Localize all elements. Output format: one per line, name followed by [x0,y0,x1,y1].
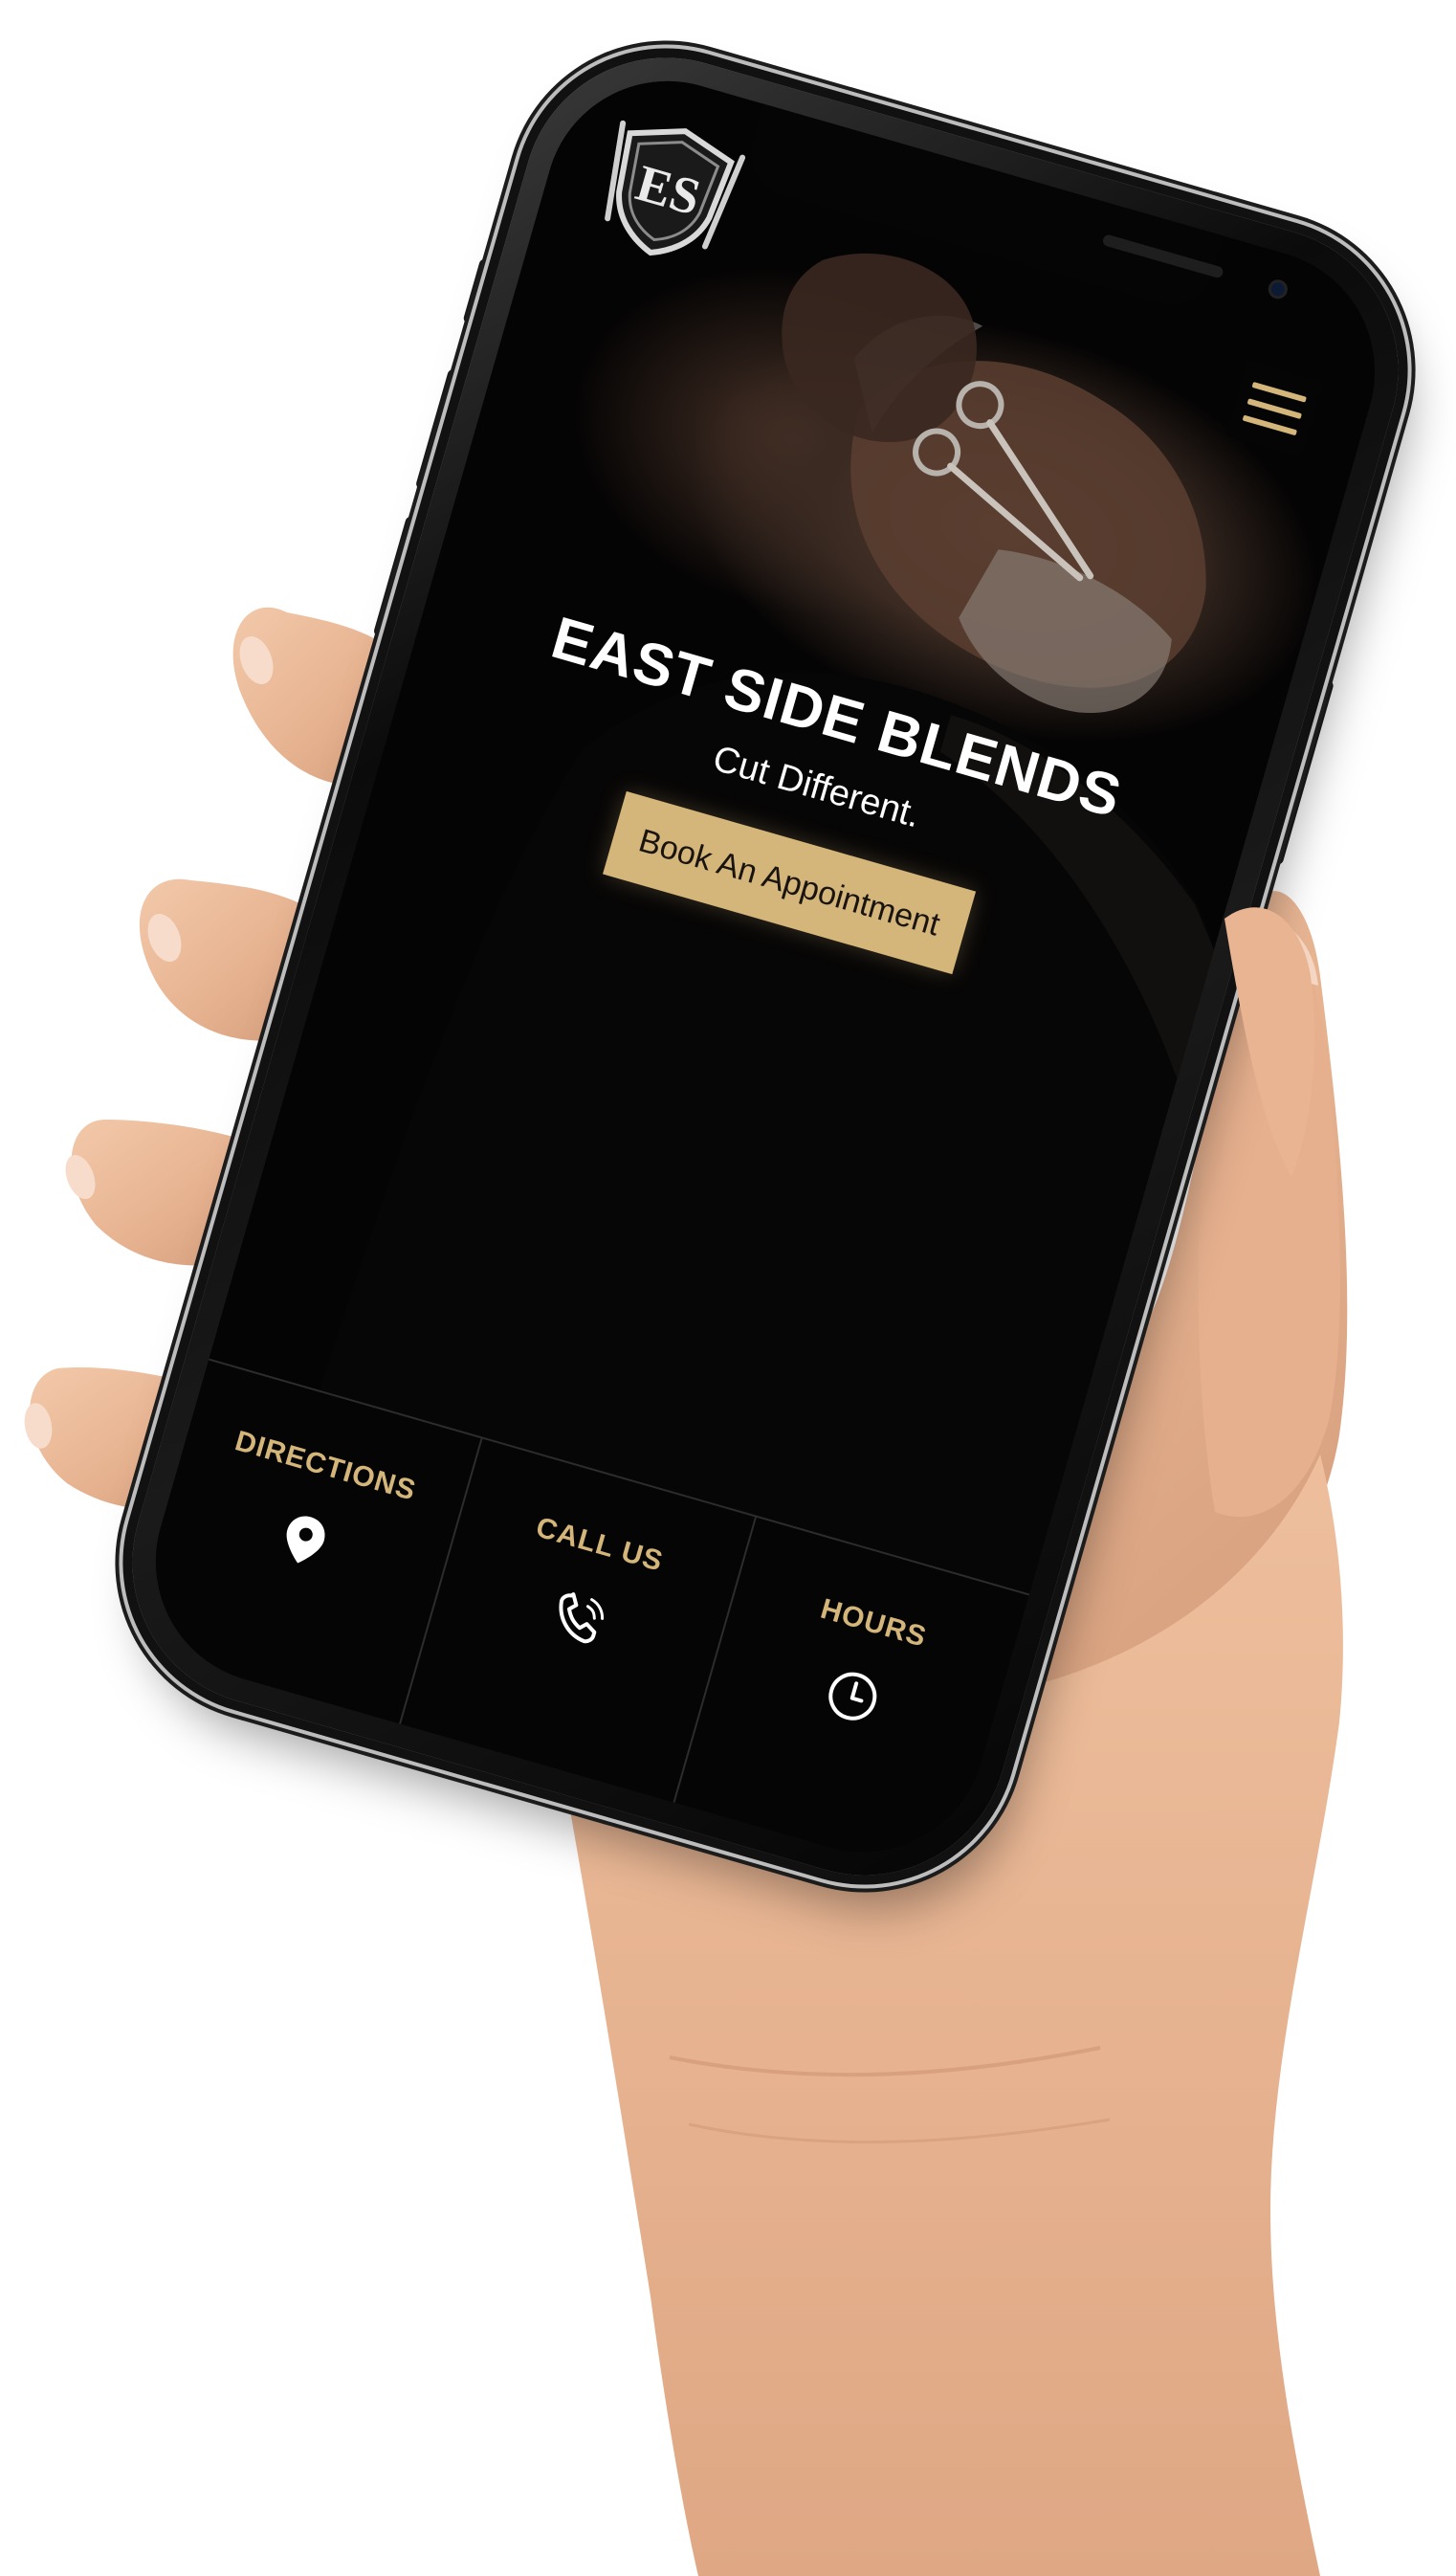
clock-icon [828,1672,877,1721]
phone-icon [559,1592,605,1644]
earpiece-speaker [1101,233,1224,279]
nav-label-hours: HOURS [817,1592,931,1654]
map-pin-icon [286,1516,325,1564]
product-mockup-scene: ES EAST SIDE BLENDS Cut Different. Book … [0,0,1456,2576]
nav-label-directions: DIRECTIONS [232,1425,420,1507]
nav-label-call-us: CALL US [532,1511,667,1578]
